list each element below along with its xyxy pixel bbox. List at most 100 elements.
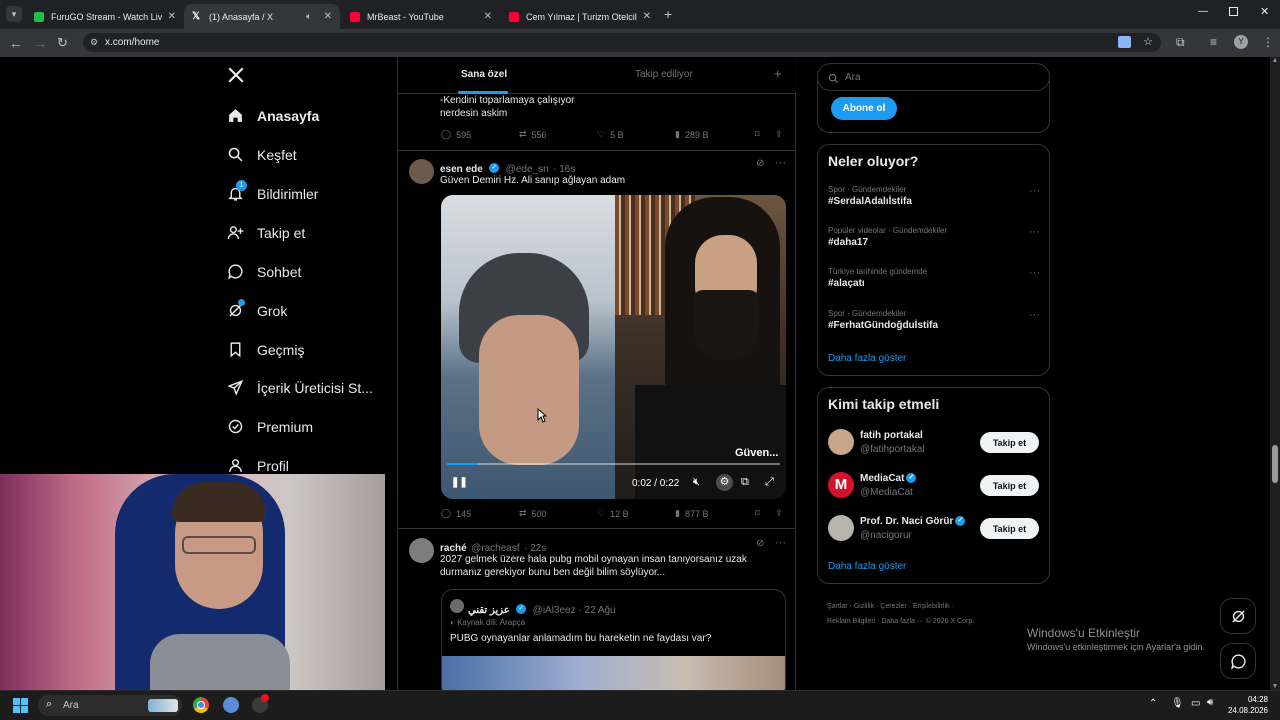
mute-icon[interactable]: 🔇︎ <box>693 476 700 489</box>
sidebar-item-chat[interactable]: Sohbet <box>227 263 301 280</box>
avatar[interactable] <box>409 538 434 563</box>
grok-floating-button[interactable] <box>1220 598 1256 634</box>
more-options-icon[interactable]: ··· <box>775 537 786 549</box>
scrollbar-thumb[interactable] <box>1272 445 1278 483</box>
scrollbar-up-arrow[interactable]: ▲ <box>1270 57 1280 64</box>
more-options-icon[interactable]: ··· <box>1029 267 1040 279</box>
site-info-icon[interactable]: ⚙︎ <box>90 37 98 48</box>
views-button[interactable]: ▮ 877 B <box>675 508 755 519</box>
fullscreen-icon[interactable]: ⤢ <box>765 476 774 489</box>
pip-icon[interactable]: ⧉ <box>741 476 749 489</box>
microphone-icon[interactable]: 🎙︎ <box>1171 698 1184 709</box>
repost-button[interactable]: ⇄ 500 <box>519 508 597 519</box>
reply-button[interactable]: ◯ 145 <box>441 508 519 519</box>
close-tab-icon[interactable]: ✕ <box>324 11 332 22</box>
scrollbar-down-arrow[interactable]: ▼ <box>1270 683 1280 690</box>
add-tab-icon[interactable]: + <box>774 66 782 81</box>
trend-item[interactable]: Türkiye tarihinde gündemde #alaçatı ··· <box>828 267 1040 289</box>
grok-tweet-icon[interactable]: ⊘ <box>756 538 764 549</box>
grok-tweet-icon[interactable]: ⊘ <box>756 158 764 169</box>
page-scrollbar[interactable]: ▲ ▼ <box>1270 57 1280 690</box>
sidebar-item-creator-studio[interactable]: İçerik Üreticisi St... <box>227 379 373 396</box>
share-icon[interactable]: ⇪ <box>775 129 783 140</box>
sidebar-item-profile[interactable]: Profil <box>227 457 289 474</box>
browser-tab-cem-yilmaz[interactable]: Cem Yılmaz | Turizm Otelcilik - ✕ <box>501 4 659 29</box>
tray-chevron-icon[interactable]: ⌃ <box>1149 698 1157 709</box>
profile-avatar[interactable]: Y <box>1234 35 1248 49</box>
repost-button[interactable]: ⇄ 556 <box>519 129 597 140</box>
video-player[interactable]: Güven... ❚❚ 0:02 / 0:22 🔇︎ ⚙︎ ⧉ ⤢ <box>441 195 786 499</box>
extensions-icon[interactable]: ⧉ <box>1176 35 1185 50</box>
forward-arrow-icon[interactable]: → <box>33 35 47 51</box>
close-window-button[interactable]: ✕ <box>1260 5 1269 18</box>
install-app-icon[interactable] <box>1118 36 1131 48</box>
address-bar[interactable]: ⚙︎ x.com/home ☆ <box>83 33 1161 52</box>
windows-start-icon[interactable] <box>13 698 28 713</box>
subscribe-button[interactable]: Abone ol <box>831 97 897 120</box>
back-arrow-icon[interactable]: ← <box>9 35 23 51</box>
browser-tab-x[interactable]: 𝕏 (1) Anasayfa / X 🔈︎ ✕ <box>184 4 340 29</box>
network-icon[interactable]: ▭ <box>1191 698 1200 709</box>
tab-following[interactable]: Takip ediliyor <box>635 69 693 80</box>
tab-search-button[interactable]: ▾ <box>6 6 22 22</box>
app-taskbar-icon[interactable] <box>252 694 269 713</box>
reply-button[interactable]: ◯ 595 <box>441 129 519 140</box>
tab-for-you[interactable]: Sana özel <box>461 69 507 80</box>
reload-icon[interactable]: ↻ <box>57 35 68 51</box>
more-options-icon[interactable]: ··· <box>775 157 786 169</box>
sidebar-item-notifications[interactable]: 1 Bildirimler <box>227 180 318 202</box>
speaker-icon[interactable]: 🔈︎ <box>306 11 311 22</box>
follow-suggestion[interactable]: Prof. Dr. Naci Görür ✓ @nacigorur Takip e… <box>828 514 1040 544</box>
browser-tab-mrbeast[interactable]: MrBeast - YouTube ✕ <box>342 4 500 29</box>
quoted-tweet[interactable]: عزيز تقني ✓ @iAl3eez · 22 Ağu ◐ Kaynak d… <box>441 589 786 690</box>
follow-button[interactable]: Takip et <box>980 432 1039 453</box>
app-taskbar-icon[interactable] <box>223 697 239 713</box>
more-options-icon[interactable]: ··· <box>1029 309 1040 321</box>
follow-button[interactable]: Takip et <box>980 518 1039 539</box>
suggestion-handle: @MediaCat <box>860 487 913 498</box>
sidebar-item-explore[interactable]: Keşfet <box>227 146 297 163</box>
bookmark-star-icon[interactable]: ☆ <box>1143 35 1153 48</box>
chrome-taskbar-icon[interactable] <box>193 697 209 713</box>
sidebar-item-follow[interactable]: Takip et <box>227 224 305 241</box>
maximize-button[interactable] <box>1229 7 1238 16</box>
trend-item[interactable]: Spor · Gündemdekiler #SerdalAdalıİstifa … <box>828 185 1040 207</box>
video-progress-track[interactable] <box>447 463 780 465</box>
trend-item[interactable]: Spor · Gündemdekiler #FerhatGündoğduİsti… <box>828 309 1040 331</box>
show-more-link[interactable]: Daha fazla göster <box>828 561 906 572</box>
clock[interactable]: 04:28 24.08.2026 <box>1224 694 1268 716</box>
new-tab-button[interactable]: + <box>664 6 672 22</box>
taskbar-search[interactable]: ⌕ Ara <box>38 695 182 716</box>
pause-icon[interactable]: ❚❚ <box>451 477 468 488</box>
settings-gear-icon[interactable]: ⚙︎ <box>716 474 733 491</box>
trend-item[interactable]: Popüler videolar · Gündemdekiler #daha17… <box>828 226 1040 248</box>
sidebar-item-grok[interactable]: Grok <box>227 299 287 319</box>
volume-icon[interactable]: 🔊︎ <box>1207 697 1213 708</box>
reading-list-icon[interactable]: ≡ <box>1210 35 1217 49</box>
like-button[interactable]: ♡ 12 B <box>597 508 675 519</box>
follow-suggestion[interactable]: fatih portakal @fatihportakal Takip et <box>828 428 1040 458</box>
follow-button[interactable]: Takip et <box>980 475 1039 496</box>
close-tab-icon[interactable]: ✕ <box>643 11 651 22</box>
close-tab-icon[interactable]: ✕ <box>484 11 492 22</box>
share-icon[interactable]: ⇪ <box>775 508 783 519</box>
bookmark-tweet-icon[interactable]: ⌑ <box>755 129 775 140</box>
sidebar-item-bookmarks[interactable]: Geçmiş <box>227 341 304 358</box>
browser-tab-furugo[interactable]: FuruGO Stream - Watch Live on ✕ <box>26 4 184 29</box>
follow-suggestion[interactable]: M MediaCat ✓ @MediaCat Takip et <box>828 471 1040 501</box>
close-tab-icon[interactable]: ✕ <box>168 11 176 22</box>
avatar[interactable] <box>409 159 434 184</box>
x-logo-icon[interactable] <box>227 66 245 89</box>
more-options-icon[interactable]: ··· <box>1029 185 1040 197</box>
browser-menu-icon[interactable]: ⋮ <box>1262 35 1274 49</box>
show-more-link[interactable]: Daha fazla göster <box>828 353 906 364</box>
minimize-button[interactable]: — <box>1198 6 1208 17</box>
sidebar-item-premium[interactable]: Premium <box>227 418 313 435</box>
bookmark-tweet-icon[interactable]: ⌑ <box>755 508 775 519</box>
more-options-icon[interactable]: ··· <box>1029 226 1040 238</box>
sidebar-item-home[interactable]: Anasayfa <box>227 107 319 124</box>
like-button[interactable]: ♡ 5 B <box>597 129 675 140</box>
footer-links[interactable]: Şartlar · Gizlilik · Çerezler · Erişileb… <box>827 599 1047 629</box>
messages-floating-button[interactable] <box>1220 643 1256 679</box>
views-button[interactable]: ▮ 289 B <box>675 129 755 140</box>
